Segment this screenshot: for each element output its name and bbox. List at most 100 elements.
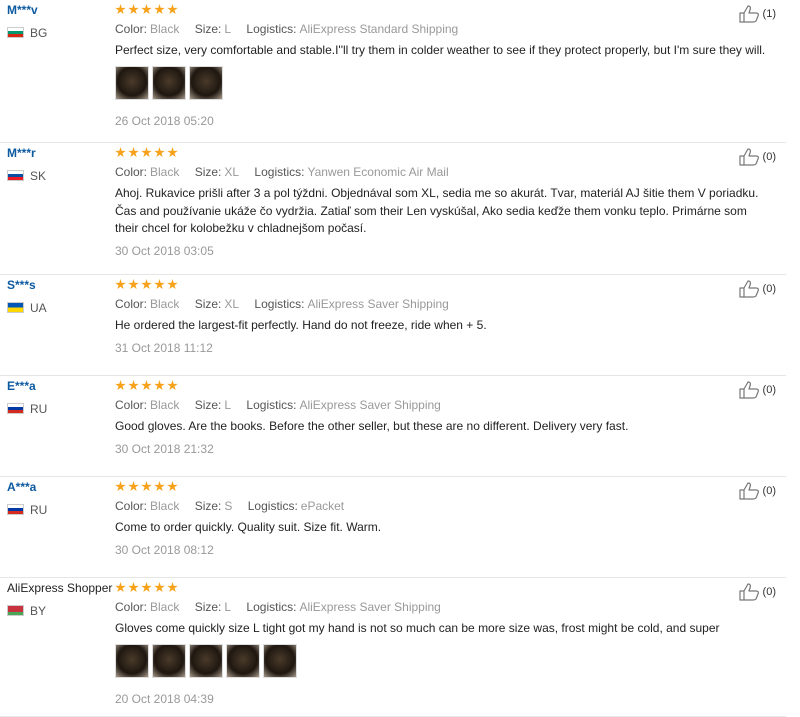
star-icon [154,4,165,15]
country-code: UA [30,301,47,315]
review-photo-thumbnail[interactable] [263,644,297,678]
reviewer-country: BG [7,26,47,40]
helpful-button[interactable]: (1) [738,5,776,23]
star-rating [115,378,180,396]
star-icon [115,4,126,15]
star-icon [154,279,165,290]
reviewer-name[interactable]: M***v [7,3,38,17]
flag-russia-icon [7,504,24,515]
review-text: Good gloves. Are the books. Before the o… [115,419,629,433]
review-photo-thumbnail[interactable] [226,644,260,678]
size-value: L [224,22,232,36]
order-info: Color: Black Size: L Logistics: AliExpress … [115,22,470,36]
helpful-count: (0) [762,151,776,163]
star-icon [154,380,165,391]
review-photo-thumbnail[interactable] [152,644,186,678]
review-date: 26 Oct 2018 05:20 [115,114,214,128]
star-icon [128,380,139,391]
reviewer-country: RU [7,402,47,416]
color-label: Color: [115,297,148,311]
review-item: AliExpress Shopper BY Color: Black Size: L… [0,578,786,717]
country-code: SK [30,169,47,183]
star-rating [115,580,180,598]
review-date: 30 Oct 2018 21:32 [115,442,214,456]
star-icon [141,481,152,492]
helpful-count: (1) [762,8,776,20]
country-code: RU [30,402,48,416]
logistics-label: Logistics: [246,22,297,36]
color-label: Color: [115,499,148,513]
color-value: Black [150,165,180,179]
reviewer-name[interactable]: M***r [7,146,36,160]
review-item: E***a RU Color: Black Size: L Logistics: Al… [0,376,786,477]
thumbs-up-icon [738,5,759,23]
size-label: Size: [194,398,222,412]
order-info: Color: Black Size: S Logistics: ePacket [115,499,356,513]
helpful-button[interactable]: (0) [738,583,776,601]
star-icon [115,279,126,290]
reviewer-name[interactable]: S***s [7,278,36,292]
review-item: S***s UA Color: Black Size: XL Logistics: A… [0,275,786,376]
reviewer-name[interactable]: A***a [7,480,36,494]
review-photo-thumbnail[interactable] [189,66,223,100]
review-date: 31 Oct 2018 11:12 [115,341,213,355]
thumbs-up-icon [738,148,759,166]
country-code: BY [30,604,47,618]
helpful-button[interactable]: (0) [738,280,776,298]
review-text: Gloves come quickly size L tight got my … [115,621,720,635]
size-value: L [224,398,232,412]
review-item: M***r SK Color: Black Size: XL Logistics: Y… [0,143,786,275]
helpful-count: (0) [762,384,776,396]
size-value: XL [224,165,240,179]
star-icon [167,4,178,15]
color-label: Color: [115,398,148,412]
size-value: XL [224,297,240,311]
star-icon [115,481,126,492]
star-icon [128,582,139,593]
logistics-label: Logistics: [246,600,297,614]
review-date: 20 Oct 2018 04:39 [115,692,214,706]
thumbs-up-icon [738,583,759,601]
helpful-count: (0) [762,586,776,598]
star-icon [128,279,139,290]
star-icon [141,279,152,290]
reviewer-country: UA [7,301,47,315]
review-photos [115,66,226,105]
logistics-value: AliExpress Saver Shipping [299,600,441,614]
country-code: RU [30,503,48,517]
star-rating [115,145,180,163]
star-icon [128,147,139,158]
review-text: Ahoj. Rukavice prišli after 3 a pol týžd… [115,186,759,235]
helpful-button[interactable]: (0) [738,482,776,500]
thumbs-up-icon [738,280,759,298]
size-label: Size: [194,600,222,614]
size-label: Size: [194,499,222,513]
star-icon [141,380,152,391]
flag-bulgaria-icon [7,27,24,38]
flag-belarus-icon [7,605,24,616]
color-value: Black [150,22,180,36]
logistics-value: ePacket [300,499,345,513]
helpful-button[interactable]: (0) [738,381,776,399]
reviewer-name[interactable]: E***a [7,379,36,393]
order-info: Color: Black Size: L Logistics: AliExpress … [115,600,453,614]
star-icon [128,481,139,492]
helpful-button[interactable]: (0) [738,148,776,166]
review-photo-thumbnail[interactable] [115,66,149,100]
country-code: BG [30,26,48,40]
order-info: Color: Black Size: XL Logistics: Yanwen Eco… [115,165,461,179]
reviewer-country: SK [7,169,46,183]
star-icon [141,582,152,593]
review-photo-thumbnail[interactable] [152,66,186,100]
logistics-value: AliExpress Standard Shipping [299,22,459,36]
size-value: L [224,600,232,614]
color-value: Black [150,499,180,513]
star-icon [167,481,178,492]
review-date: 30 Oct 2018 08:12 [115,543,214,557]
review-photo-thumbnail[interactable] [189,644,223,678]
star-icon [115,582,126,593]
color-label: Color: [115,22,148,36]
review-photo-thumbnail[interactable] [115,644,149,678]
logistics-label: Logistics: [254,297,305,311]
thumbs-up-icon [738,482,759,500]
